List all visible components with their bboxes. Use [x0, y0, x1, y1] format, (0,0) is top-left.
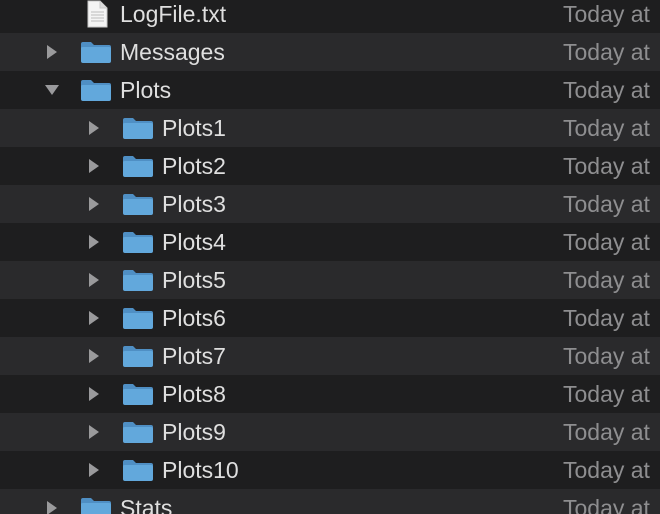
item-name: LogFile.txt — [120, 1, 227, 27]
date-modified: Today at — [563, 381, 650, 407]
disclosure-collapsed-icon[interactable] — [84, 375, 104, 413]
disclosure-collapsed-icon[interactable] — [84, 299, 104, 337]
list-row-plots1[interactable]: Plots1 Today at — [0, 109, 660, 147]
item-name: Plots1 — [162, 115, 226, 141]
list-row-plots[interactable]: Plots Today at — [0, 71, 660, 109]
disclosure-collapsed-icon[interactable] — [84, 109, 104, 147]
folder-icon — [122, 413, 154, 451]
item-name: Plots6 — [162, 305, 226, 331]
disclosure-collapsed-icon[interactable] — [84, 261, 104, 299]
list-row-plots2[interactable]: Plots2 Today at — [0, 147, 660, 185]
item-name: Plots7 — [162, 343, 226, 369]
folder-icon — [122, 185, 154, 223]
date-modified: Today at — [563, 77, 650, 103]
folder-icon — [122, 147, 154, 185]
folder-icon — [122, 299, 154, 337]
item-name: Plots4 — [162, 229, 226, 255]
date-modified: Today at — [563, 457, 650, 483]
item-name: Plots10 — [162, 457, 239, 483]
list-row-plots9[interactable]: Plots9 Today at — [0, 413, 660, 451]
date-modified: Today at — [563, 495, 650, 514]
list-row-plots4[interactable]: Plots4 Today at — [0, 223, 660, 261]
folder-icon — [122, 223, 154, 261]
disclosure-expanded-icon[interactable] — [42, 71, 62, 109]
item-name: Messages — [120, 39, 225, 65]
disclosure-collapsed-icon[interactable] — [84, 413, 104, 451]
folder-icon — [80, 33, 112, 71]
list-row-plots7[interactable]: Plots7 Today at — [0, 337, 660, 375]
folder-icon — [80, 489, 112, 514]
folder-icon — [80, 71, 112, 109]
item-name: Plots3 — [162, 191, 226, 217]
list-row-messages[interactable]: Messages Today at — [0, 33, 660, 71]
file-list: LogFile.txt Today at Messages Today at Plots… — [0, 0, 660, 514]
item-name: Plots2 — [162, 153, 226, 179]
folder-icon — [122, 451, 154, 489]
disclosure-collapsed-icon[interactable] — [84, 185, 104, 223]
item-name: Plots8 — [162, 381, 226, 407]
folder-icon — [122, 109, 154, 147]
list-row-plots6[interactable]: Plots6 Today at — [0, 299, 660, 337]
document-icon — [86, 0, 108, 33]
list-row-logfile-txt[interactable]: LogFile.txt Today at — [0, 0, 660, 33]
item-name: Plots5 — [162, 267, 226, 293]
disclosure-collapsed-icon[interactable] — [84, 451, 104, 489]
date-modified: Today at — [563, 267, 650, 293]
list-row-plots3[interactable]: Plots3 Today at — [0, 185, 660, 223]
date-modified: Today at — [563, 419, 650, 445]
date-modified: Today at — [563, 153, 650, 179]
list-row-plots8[interactable]: Plots8 Today at — [0, 375, 660, 413]
disclosure-collapsed-icon[interactable] — [42, 33, 62, 71]
folder-icon — [122, 337, 154, 375]
date-modified: Today at — [563, 1, 650, 27]
date-modified: Today at — [563, 39, 650, 65]
disclosure-collapsed-icon[interactable] — [84, 147, 104, 185]
list-row-stats[interactable]: Stats Today at — [0, 489, 660, 514]
item-name: Plots — [120, 77, 172, 103]
item-name: Plots9 — [162, 419, 226, 445]
item-name: Stats — [120, 495, 173, 514]
date-modified: Today at — [563, 305, 650, 331]
date-modified: Today at — [563, 191, 650, 217]
folder-icon — [122, 375, 154, 413]
disclosure-collapsed-icon[interactable] — [84, 223, 104, 261]
date-modified: Today at — [563, 229, 650, 255]
disclosure-collapsed-icon[interactable] — [84, 337, 104, 375]
folder-icon — [122, 261, 154, 299]
disclosure-collapsed-icon[interactable] — [42, 489, 62, 514]
date-modified: Today at — [563, 343, 650, 369]
list-row-plots10[interactable]: Plots10 Today at — [0, 451, 660, 489]
list-row-plots5[interactable]: Plots5 Today at — [0, 261, 660, 299]
date-modified: Today at — [563, 115, 650, 141]
